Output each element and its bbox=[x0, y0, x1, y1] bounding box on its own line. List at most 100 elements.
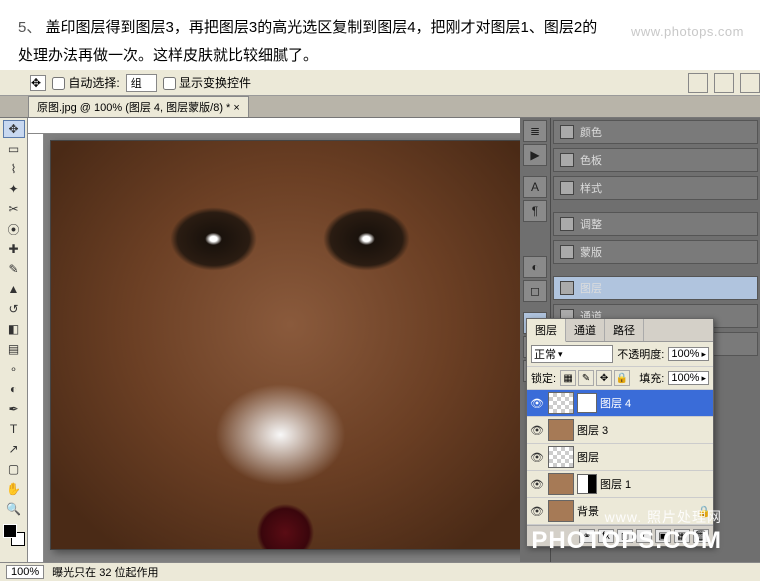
visibility-icon[interactable]: 👁 bbox=[529, 397, 545, 410]
lock-position-icon[interactable]: ✥ bbox=[596, 370, 612, 386]
document-tab-bar: 原图.jpg @ 100% (图层 4, 图层蒙版/8) * × bbox=[0, 96, 760, 118]
move-tool-icon[interactable]: ✥ bbox=[3, 120, 25, 138]
layer-row[interactable]: 👁 图层 3 bbox=[527, 417, 713, 444]
tab-paths[interactable]: 路径 bbox=[605, 319, 644, 341]
blur-tool-icon[interactable]: ∘ bbox=[3, 360, 25, 378]
step-number: 5、 bbox=[18, 19, 41, 36]
palette-icon bbox=[560, 153, 574, 167]
tab-channels[interactable]: 通道 bbox=[566, 319, 605, 341]
status-bar: 100% 曝光只在 32 位起作用 bbox=[0, 562, 760, 581]
panel-color[interactable]: 颜色 bbox=[553, 120, 758, 144]
foreground-color[interactable] bbox=[3, 524, 17, 538]
brush-tool-icon[interactable]: ✎ bbox=[3, 260, 25, 278]
portrait-photo[interactable] bbox=[50, 140, 520, 550]
top-watermark: www.photops.com bbox=[631, 18, 744, 46]
lasso-tool-icon[interactable]: ⌇ bbox=[3, 160, 25, 178]
layer-mask-thumb[interactable] bbox=[577, 393, 597, 413]
visibility-icon[interactable]: 👁 bbox=[529, 424, 545, 437]
tutorial-text: 5、 盖印图层得到图层3，再把图层3的高光选区复制到图层4，把刚才对图层1、图层… bbox=[0, 0, 760, 78]
mask-icon bbox=[560, 245, 574, 259]
ruler-vertical bbox=[28, 134, 44, 562]
lock-pixel-icon[interactable]: ✎ bbox=[578, 370, 594, 386]
marquee-tool-icon[interactable]: ▭ bbox=[3, 140, 25, 158]
document-tab[interactable]: 原图.jpg @ 100% (图层 4, 图层蒙版/8) * × bbox=[28, 96, 249, 117]
layer-thumb[interactable] bbox=[548, 392, 574, 414]
adjust-icon bbox=[560, 217, 574, 231]
layer-mask-thumb[interactable] bbox=[577, 474, 597, 494]
layer-row[interactable]: 👁 图层 bbox=[527, 444, 713, 471]
lock-all-icon[interactable]: 🔒 bbox=[614, 370, 630, 386]
crop-tool-icon[interactable]: ✂ bbox=[3, 200, 25, 218]
panel-styles[interactable]: 样式 bbox=[553, 176, 758, 200]
visibility-icon[interactable]: 👁 bbox=[529, 478, 545, 491]
layer-name[interactable]: 图层 bbox=[577, 449, 711, 465]
mask-icon[interactable]: ◻ bbox=[523, 280, 547, 302]
status-info: 曝光只在 32 位起作用 bbox=[52, 564, 158, 580]
layer-name[interactable]: 图层 3 bbox=[577, 422, 711, 438]
stamp-tool-icon[interactable]: ▲ bbox=[3, 280, 25, 298]
tab-layers[interactable]: 图层 bbox=[527, 319, 566, 342]
gradient-tool-icon[interactable]: ▤ bbox=[3, 340, 25, 358]
lock-buttons: ▦ ✎ ✥ 🔒 bbox=[560, 370, 630, 386]
history-icon[interactable]: ≣ bbox=[523, 120, 547, 142]
layers-icon bbox=[560, 281, 574, 295]
transform-controls-checkbox[interactable]: 显示变换控件 bbox=[163, 74, 251, 91]
image-area[interactable] bbox=[44, 134, 520, 562]
align-group-icon[interactable] bbox=[714, 73, 734, 93]
fill-label: 填充: bbox=[639, 370, 664, 386]
paragraph-icon[interactable]: ¶ bbox=[523, 200, 547, 222]
wand-tool-icon[interactable]: ✦ bbox=[3, 180, 25, 198]
options-bar: ✥ 自动选择: 组 显示变换控件 bbox=[0, 70, 760, 96]
adjust-icon[interactable]: ◐ bbox=[523, 256, 547, 278]
character-icon[interactable]: A bbox=[523, 176, 547, 198]
wm-line2: PHOTOPS.COM bbox=[531, 527, 722, 555]
auto-select-dropdown[interactable]: 组 bbox=[126, 74, 157, 92]
eraser-tool-icon[interactable]: ◧ bbox=[3, 320, 25, 338]
visibility-icon[interactable]: 👁 bbox=[529, 451, 545, 464]
layer-thumb[interactable] bbox=[548, 446, 574, 468]
align-group-icon[interactable] bbox=[740, 73, 760, 93]
layer-thumb[interactable] bbox=[548, 419, 574, 441]
layers-list: 👁 图层 4 👁 图层 3 👁 图层 👁 图层 1 bbox=[527, 390, 713, 525]
dodge-tool-icon[interactable]: ◐ bbox=[3, 380, 25, 398]
step-text-2: 处理办法再做一次。这样皮肤就比较细腻了。 bbox=[18, 47, 318, 64]
eyedropper-tool-icon[interactable]: ⦿ bbox=[3, 220, 25, 238]
toolbox: ✥ ▭ ⌇ ✦ ✂ ⦿ ✚ ✎ ▲ ↺ ◧ ▤ ∘ ◐ ✒ T ↗ ▢ ✋ 🔍 bbox=[0, 118, 28, 562]
path-tool-icon[interactable]: ↗ bbox=[3, 440, 25, 458]
pen-tool-icon[interactable]: ✒ bbox=[3, 400, 25, 418]
panel-swatches[interactable]: 色板 bbox=[553, 148, 758, 172]
hand-tool-icon[interactable]: ✋ bbox=[3, 480, 25, 498]
align-group-icon[interactable] bbox=[688, 73, 708, 93]
layer-row[interactable]: 👁 图层 4 bbox=[527, 390, 713, 417]
panel-layers[interactable]: 图层 bbox=[553, 276, 758, 300]
actions-icon[interactable]: ▶ bbox=[523, 144, 547, 166]
history-brush-icon[interactable]: ↺ bbox=[3, 300, 25, 318]
zoom-field[interactable]: 100% bbox=[6, 565, 44, 579]
heal-tool-icon[interactable]: ✚ bbox=[3, 240, 25, 258]
step-text-1: 盖印图层得到图层3，再把图层3的高光选区复制到图层4，把刚才对图层1、图层2的 bbox=[46, 19, 598, 36]
photoshop-window: ✥ 自动选择: 组 显示变换控件 原图.jpg @ 100% (图层 4, 图层… bbox=[0, 70, 760, 581]
layers-panel-tabs: 图层 通道 路径 bbox=[527, 319, 713, 342]
panel-adjust[interactable]: 调整 bbox=[553, 212, 758, 236]
layer-thumb[interactable] bbox=[548, 473, 574, 495]
swatch-icon bbox=[560, 125, 574, 139]
shape-tool-icon[interactable]: ▢ bbox=[3, 460, 25, 478]
fill-field[interactable]: 100%▸ bbox=[668, 371, 709, 385]
canvas bbox=[28, 118, 520, 562]
style-icon bbox=[560, 181, 574, 195]
opacity-label: 不透明度: bbox=[617, 346, 664, 362]
layer-name[interactable]: 图层 1 bbox=[600, 476, 711, 492]
lock-transparency-icon[interactable]: ▦ bbox=[560, 370, 576, 386]
lock-label: 锁定: bbox=[531, 370, 556, 386]
auto-select-checkbox[interactable]: 自动选择: bbox=[52, 74, 120, 91]
layer-row[interactable]: 👁 图层 1 bbox=[527, 471, 713, 498]
ruler-horizontal bbox=[28, 118, 520, 134]
type-tool-icon[interactable]: T bbox=[3, 420, 25, 438]
blend-mode-dropdown[interactable]: 正常▾ bbox=[531, 345, 613, 363]
panel-mask[interactable]: 蒙版 bbox=[553, 240, 758, 264]
move-tool-icon[interactable]: ✥ bbox=[30, 75, 46, 91]
color-swatch[interactable] bbox=[3, 524, 25, 546]
opacity-field[interactable]: 100%▸ bbox=[668, 347, 709, 361]
layer-name[interactable]: 图层 4 bbox=[600, 395, 711, 411]
zoom-tool-icon[interactable]: 🔍 bbox=[3, 500, 25, 518]
